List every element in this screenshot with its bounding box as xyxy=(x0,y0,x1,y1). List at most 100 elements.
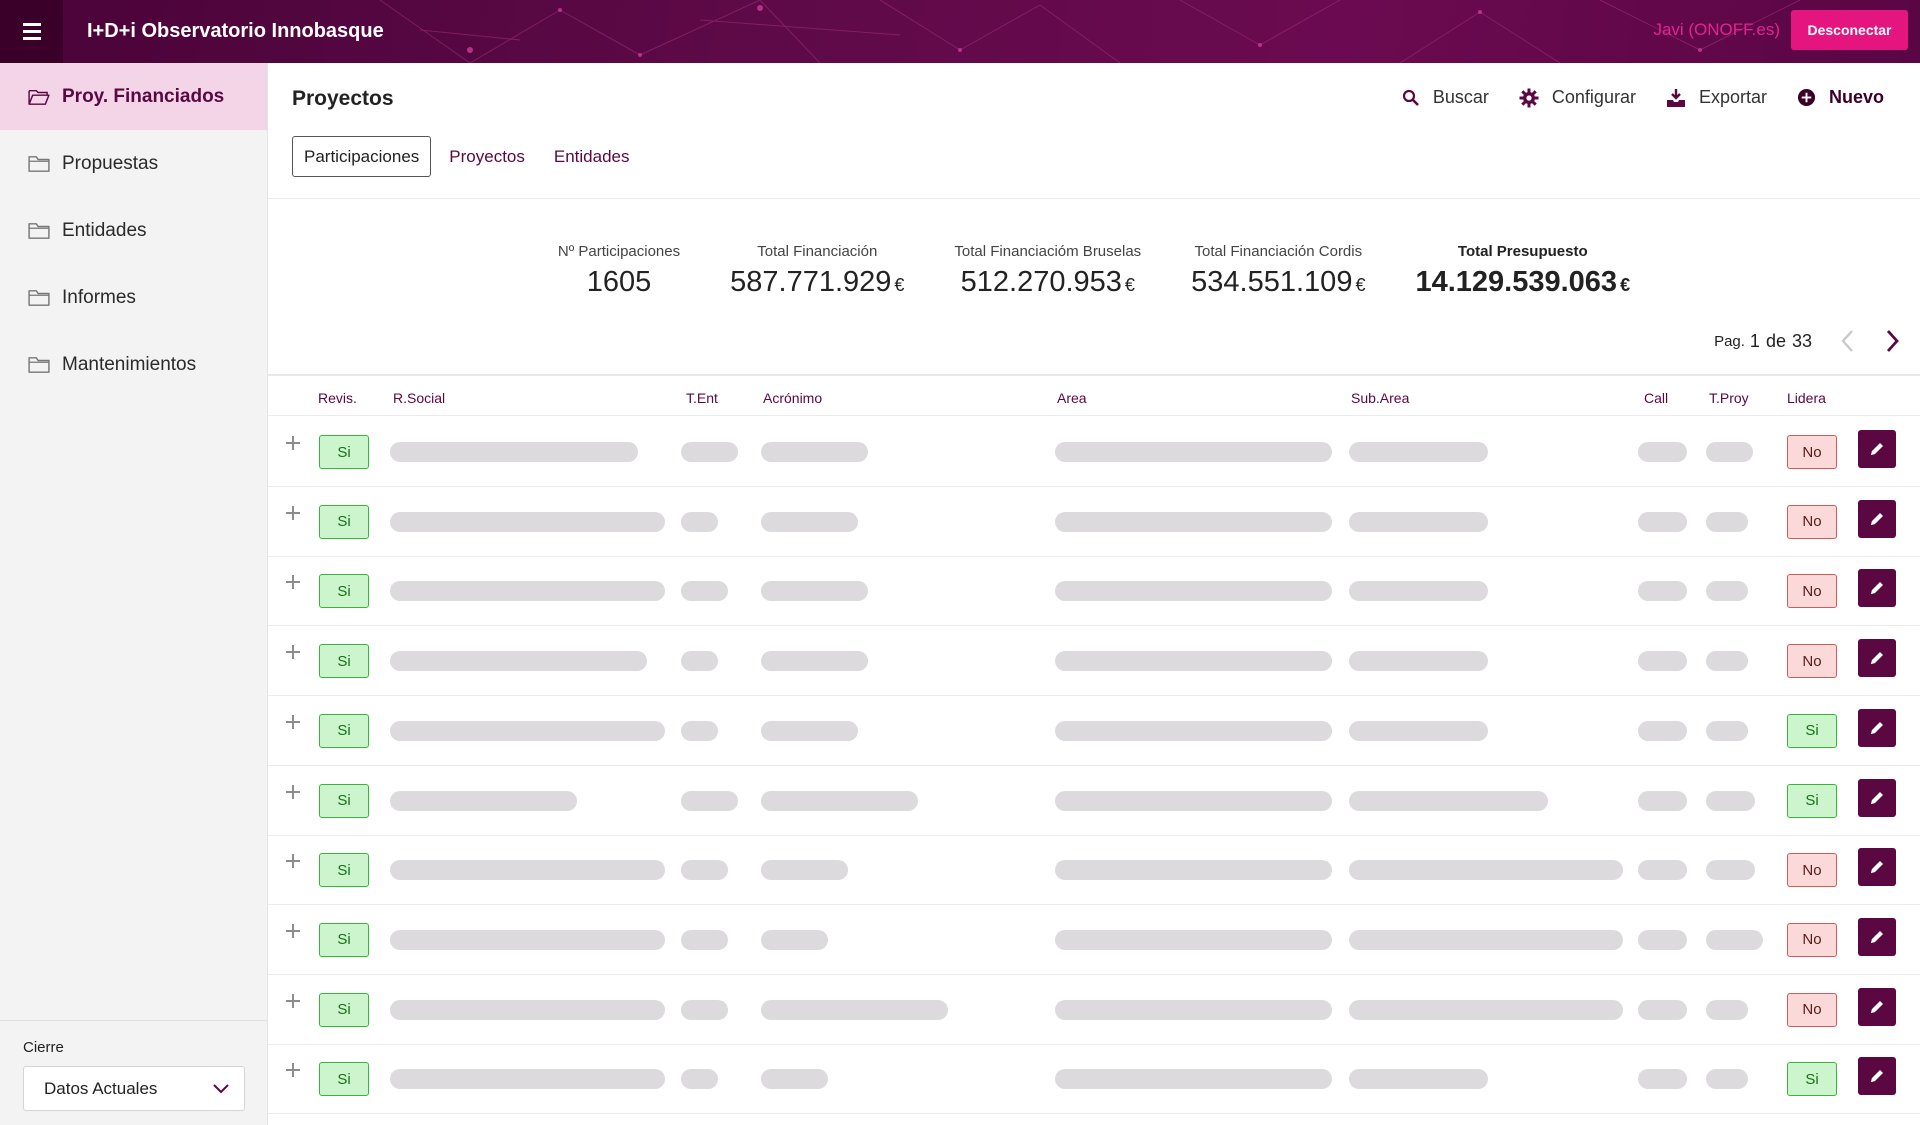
sidebar-item-informes[interactable]: Informes xyxy=(0,264,267,331)
column-header[interactable]: R.Social xyxy=(393,390,445,406)
expand-row-icon[interactable] xyxy=(286,505,300,520)
expand-row-icon[interactable] xyxy=(286,854,300,869)
loading-placeholder xyxy=(1706,720,1748,741)
loading-placeholder xyxy=(1055,999,1332,1020)
folder-icon xyxy=(28,356,50,373)
new-button[interactable]: Nuevo xyxy=(1797,87,1884,108)
edit-button[interactable] xyxy=(1858,430,1896,468)
expand-row-icon[interactable] xyxy=(286,645,300,660)
column-header[interactable]: Area xyxy=(1057,390,1087,406)
lidera-badge: No xyxy=(1787,853,1837,888)
folder-open-icon xyxy=(28,89,50,105)
loading-placeholder xyxy=(390,860,665,881)
sidebar-item-mantenimientos[interactable]: Mantenimientos xyxy=(0,331,267,398)
logout-button[interactable]: Desconectar xyxy=(1791,10,1908,50)
lidera-badge: Si xyxy=(1787,1062,1837,1097)
expand-row-icon[interactable] xyxy=(286,714,300,729)
table-row: Si No xyxy=(268,417,1920,487)
revis-badge: Si xyxy=(319,574,369,609)
expand-row-icon[interactable] xyxy=(286,993,300,1008)
pencil-icon xyxy=(1871,652,1883,665)
export-button-label: Exportar xyxy=(1698,87,1767,107)
edit-button[interactable] xyxy=(1858,987,1896,1026)
tab-proyectos[interactable]: Proyectos xyxy=(438,136,536,177)
sidebar-item-proy-financiados[interactable]: Proy. Financiados xyxy=(0,63,267,130)
edit-button[interactable] xyxy=(1858,1057,1896,1096)
loading-placeholder xyxy=(1638,999,1687,1020)
expand-row-icon[interactable] xyxy=(286,923,300,938)
stat-currency: € xyxy=(1355,275,1366,295)
tab-participaciones[interactable]: Participaciones xyxy=(292,136,432,177)
loading-placeholder xyxy=(681,720,718,741)
loading-placeholder xyxy=(1055,442,1332,462)
loading-placeholder xyxy=(681,581,728,602)
edit-button[interactable] xyxy=(1858,569,1896,608)
revis-badge: Si xyxy=(319,435,369,469)
expand-row-icon[interactable] xyxy=(286,1063,300,1078)
column-header[interactable]: Call xyxy=(1644,390,1668,406)
sidebar-item-label: Propuestas xyxy=(62,152,159,174)
column-header[interactable]: T.Proy xyxy=(1709,390,1749,406)
loading-placeholder xyxy=(1706,1069,1748,1090)
edit-button[interactable] xyxy=(1858,848,1896,887)
page-title: Proyectos xyxy=(292,87,394,110)
column-header[interactable]: T.Ent xyxy=(686,390,718,406)
configure-button-label: Configurar xyxy=(1551,87,1636,107)
column-header[interactable]: Lidera xyxy=(1787,390,1826,406)
table-row: Si No xyxy=(268,905,1920,975)
loading-placeholder xyxy=(761,999,948,1020)
download-icon xyxy=(1666,88,1685,107)
lidera-badge: No xyxy=(1787,504,1837,539)
edit-button[interactable] xyxy=(1858,639,1896,678)
hamburger-icon xyxy=(22,21,41,42)
search-button[interactable]: Buscar xyxy=(1402,87,1489,108)
hamburger-menu-button[interactable] xyxy=(0,0,63,63)
configure-button[interactable]: Configurar xyxy=(1519,87,1636,108)
column-header[interactable]: Revis. xyxy=(318,390,357,406)
loading-placeholder xyxy=(1349,1069,1488,1090)
edit-button[interactable] xyxy=(1858,708,1896,747)
loading-placeholder xyxy=(390,790,577,811)
revis-badge: Si xyxy=(319,644,369,679)
sidebar-item-propuestas[interactable]: Propuestas xyxy=(0,130,267,197)
loading-placeholder xyxy=(1349,511,1488,532)
app-title: I+D+i Observatorio Innobasque xyxy=(87,20,384,42)
expand-row-icon[interactable] xyxy=(286,575,300,590)
column-header[interactable]: Acrónimo xyxy=(763,390,822,406)
loading-placeholder xyxy=(1055,790,1332,811)
loading-placeholder xyxy=(1638,651,1687,672)
loading-placeholder xyxy=(1706,999,1748,1020)
sidebar-item-entidades[interactable]: Entidades xyxy=(0,197,267,264)
tab-bar: Participaciones Proyectos Entidades xyxy=(292,136,648,177)
loading-placeholder xyxy=(1349,651,1488,672)
loading-placeholder xyxy=(761,860,848,881)
sidebar-item-label: Mantenimientos xyxy=(62,353,197,375)
page-total: 33 xyxy=(1791,330,1812,351)
page-of-label: de xyxy=(1765,330,1786,351)
edit-button[interactable] xyxy=(1858,917,1896,956)
edit-button[interactable] xyxy=(1858,499,1896,538)
previous-page-icon[interactable] xyxy=(1840,329,1856,353)
loading-placeholder xyxy=(1055,651,1332,672)
column-header[interactable]: Sub.Area xyxy=(1351,390,1409,406)
next-page-icon[interactable] xyxy=(1884,329,1900,353)
loading-placeholder xyxy=(761,581,868,602)
lidera-badge: Si xyxy=(1787,783,1837,818)
table-row: Si Si xyxy=(268,696,1920,766)
edit-button[interactable] xyxy=(1858,778,1896,817)
cierre-select[interactable]: Datos Actuales xyxy=(23,1066,245,1111)
tab-entidades[interactable]: Entidades xyxy=(543,136,641,177)
pencil-icon xyxy=(1871,930,1883,943)
table-row: Si No xyxy=(268,835,1920,906)
loading-placeholder xyxy=(761,442,868,462)
loading-placeholder xyxy=(761,720,858,741)
revis-badge: Si xyxy=(319,713,369,748)
loading-placeholder xyxy=(1055,860,1332,881)
expand-row-icon[interactable] xyxy=(286,436,300,450)
expand-row-icon[interactable] xyxy=(286,784,300,799)
export-button[interactable]: Exportar xyxy=(1666,87,1767,108)
lidera-badge: Si xyxy=(1787,713,1837,748)
stat-value: 512.270.953 xyxy=(960,266,1122,298)
loading-placeholder xyxy=(681,442,738,462)
loading-placeholder xyxy=(1055,720,1332,741)
